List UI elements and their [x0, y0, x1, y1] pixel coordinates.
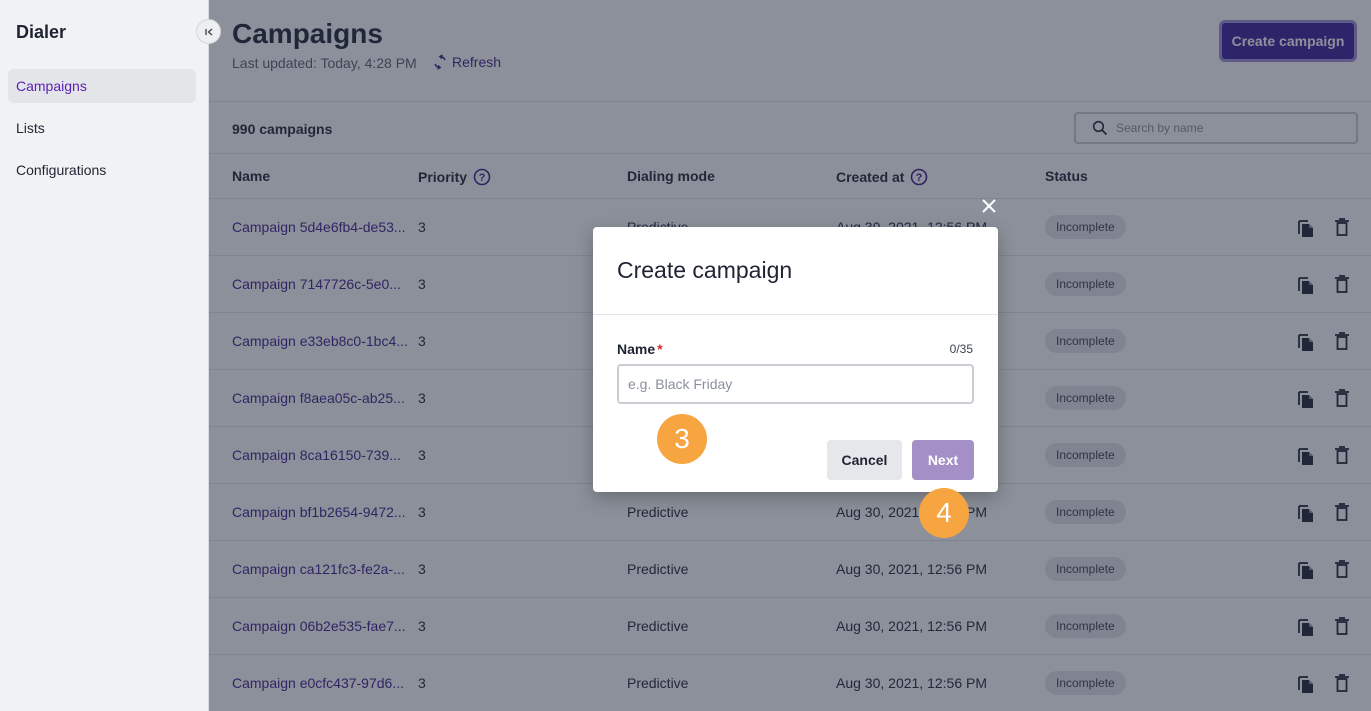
collapse-sidebar-button[interactable] [196, 19, 221, 44]
dialog-divider [593, 314, 998, 315]
create-campaign-dialog: Create campaign Name* 0/35 Cancel Next [593, 227, 998, 492]
cancel-button[interactable]: Cancel [827, 440, 902, 480]
collapse-left-icon [204, 28, 212, 35]
sidebar: Dialer Campaigns Lists Configurations [0, 0, 209, 711]
campaign-name-input[interactable] [617, 364, 974, 404]
name-label-text: Name [617, 341, 656, 357]
step-badge-3: 3 [657, 414, 707, 464]
step-badge-4: 4 [919, 488, 969, 538]
close-modal-button[interactable] [980, 197, 998, 215]
sidebar-item-campaigns[interactable]: Campaigns [8, 69, 196, 103]
next-button[interactable]: Next [912, 440, 974, 480]
sidebar-nav: Campaigns Lists Configurations [8, 69, 196, 195]
required-indicator: * [657, 341, 663, 357]
sidebar-item-lists[interactable]: Lists [8, 111, 196, 145]
app-title: Dialer [16, 22, 67, 42]
dialog-title: Create campaign [617, 257, 793, 283]
char-counter: 0/35 [949, 342, 973, 356]
close-icon [982, 199, 996, 213]
sidebar-item-configurations[interactable]: Configurations [8, 153, 196, 187]
name-field-label: Name * [617, 341, 663, 357]
